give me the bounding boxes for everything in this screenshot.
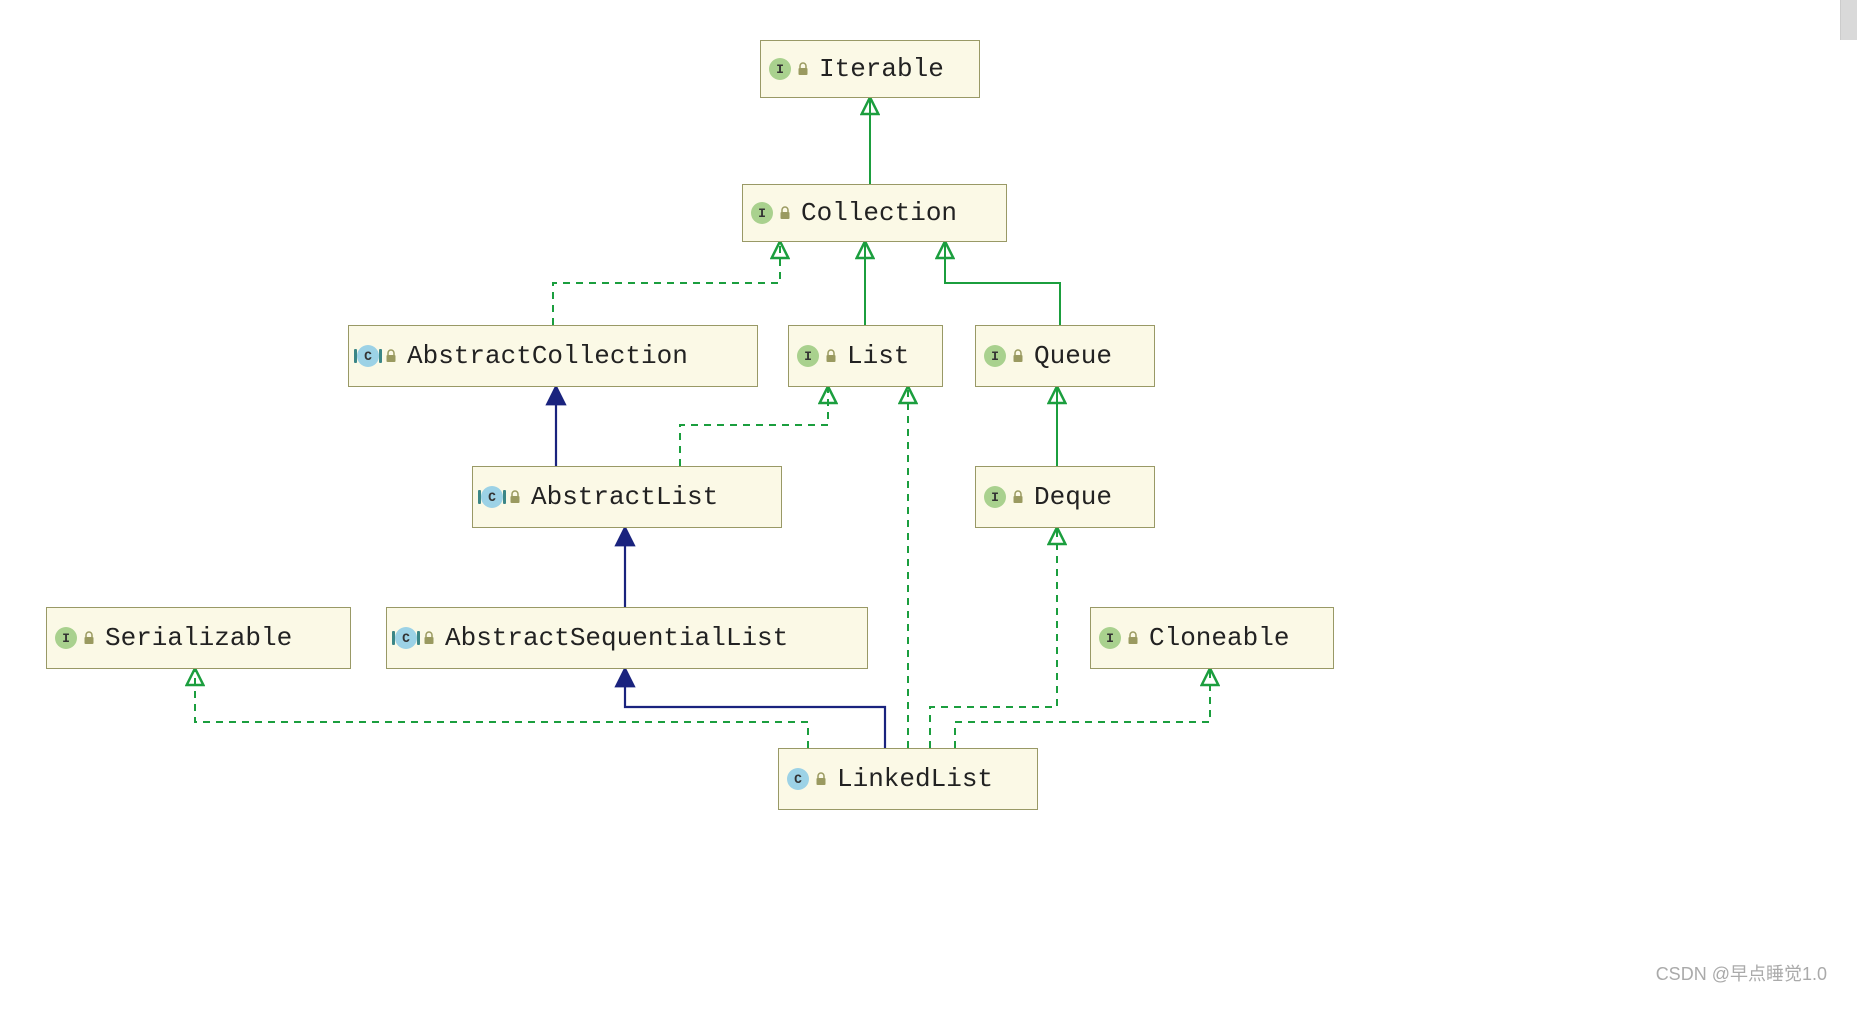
node-queue[interactable]: I Queue [975, 325, 1155, 387]
lock-icon [83, 631, 95, 645]
node-label: AbstractCollection [407, 341, 688, 371]
edge-abstractList-to-list [680, 388, 828, 466]
diagram-edges [0, 0, 1857, 1011]
lock-icon [825, 349, 837, 363]
node-label: AbstractSequentialList [445, 623, 788, 653]
node-label: LinkedList [837, 764, 993, 794]
node-label: Serializable [105, 623, 292, 653]
edge-linkedList-to-abstractSequentialList [625, 670, 885, 748]
class-icon: C [787, 768, 827, 790]
edge-abstractCollection-to-collection [553, 243, 780, 325]
lock-icon [423, 631, 435, 645]
edge-linkedList-to-serializable [195, 670, 808, 748]
node-serializable[interactable]: I Serializable [46, 607, 351, 669]
class-icon: C [395, 627, 435, 649]
node-linkedList[interactable]: C LinkedList [778, 748, 1038, 810]
interface-icon: I [984, 486, 1024, 508]
node-label: AbstractList [531, 482, 718, 512]
node-label: Deque [1034, 482, 1112, 512]
interface-icon: I [55, 627, 95, 649]
node-abstractCollection[interactable]: C AbstractCollection [348, 325, 758, 387]
lock-icon [1012, 490, 1024, 504]
lock-icon [779, 206, 791, 220]
class-icon: C [357, 345, 397, 367]
lock-icon [815, 772, 827, 786]
node-abstractList[interactable]: C AbstractList [472, 466, 782, 528]
class-icon: C [481, 486, 521, 508]
node-abstractSequentialList[interactable]: C AbstractSequentialList [386, 607, 868, 669]
lock-icon [509, 490, 521, 504]
interface-icon: I [797, 345, 837, 367]
interface-icon: I [984, 345, 1024, 367]
node-label: Iterable [819, 54, 944, 84]
lock-icon [1127, 631, 1139, 645]
node-label: Collection [801, 198, 957, 228]
node-iterable[interactable]: I Iterable [760, 40, 980, 98]
node-label: List [847, 341, 909, 371]
edge-queue-to-collection [945, 243, 1060, 325]
node-cloneable[interactable]: I Cloneable [1090, 607, 1334, 669]
node-deque[interactable]: I Deque [975, 466, 1155, 528]
lock-icon [385, 349, 397, 363]
edge-linkedList-to-cloneable [955, 670, 1210, 748]
edge-linkedList-to-deque [930, 529, 1057, 748]
node-label: Cloneable [1149, 623, 1289, 653]
interface-icon: I [1099, 627, 1139, 649]
interface-icon: I [751, 202, 791, 224]
node-list[interactable]: I List [788, 325, 943, 387]
interface-icon: I [769, 58, 809, 80]
lock-icon [1012, 349, 1024, 363]
watermark-text: CSDN @早点睡觉1.0 [1656, 960, 1827, 986]
lock-icon [797, 62, 809, 76]
node-label: Queue [1034, 341, 1112, 371]
scrollbar-thumb[interactable] [1840, 0, 1857, 40]
node-collection[interactable]: I Collection [742, 184, 1007, 242]
